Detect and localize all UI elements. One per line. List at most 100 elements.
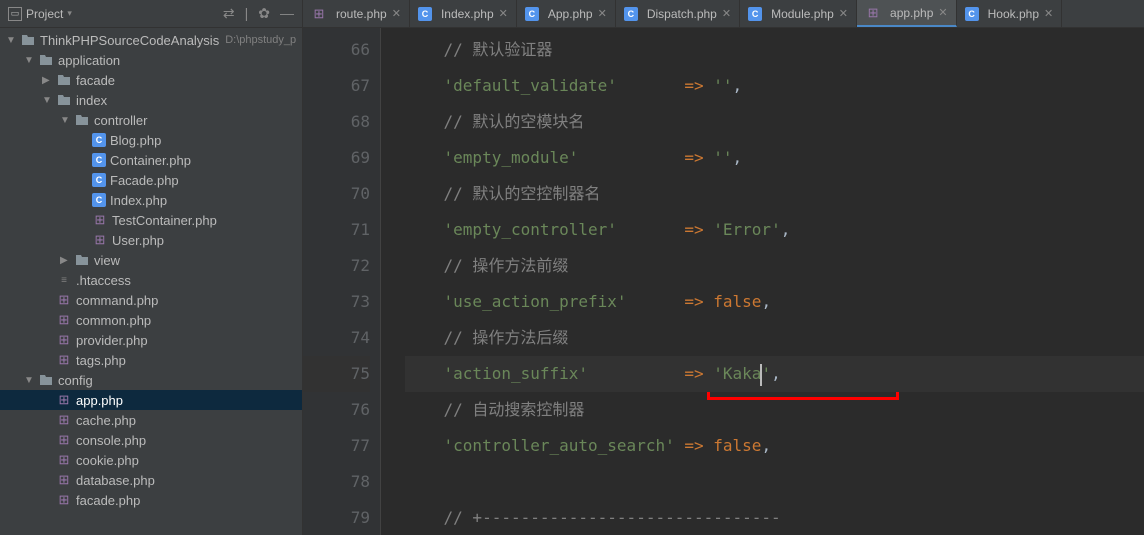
close-icon[interactable]: ✕ (1044, 7, 1053, 20)
tree-item[interactable]: ▼application (0, 50, 302, 70)
code-line[interactable]: // 操作方法后缀 (405, 320, 1144, 356)
config-file-icon: ⊞ (92, 212, 108, 228)
line-number: 76 (303, 392, 370, 428)
config-file-icon: ⊞ (56, 352, 72, 368)
tree-item-label: application (58, 53, 120, 68)
editor-tab[interactable]: C App.php ✕ (517, 0, 616, 27)
tree-item-label: view (94, 253, 120, 268)
tree-item[interactable]: ▶view (0, 250, 302, 270)
tree-item-label: index (76, 93, 107, 108)
close-icon[interactable]: ✕ (839, 7, 848, 20)
line-number: 75 (303, 356, 370, 392)
editor-tab[interactable]: ⊞app.php✕ (857, 0, 957, 27)
code-line[interactable]: 'use_action_prefix' => false, (405, 284, 1144, 320)
tree-item[interactable]: ⊞database.php (0, 470, 302, 490)
close-icon[interactable]: ✕ (598, 7, 607, 20)
editor-tab[interactable]: CDispatch.php✕ (616, 0, 740, 27)
tree-arrow-icon: ▶ (42, 75, 56, 86)
tab-label: App.php (548, 7, 593, 21)
tree-item[interactable]: ⊞cookie.php (0, 450, 302, 470)
tree-item[interactable]: ⊞facade.php (0, 490, 302, 510)
tree-item[interactable]: ▼config (0, 370, 302, 390)
tree-item-label: facade (76, 73, 115, 88)
tree-item[interactable]: ▶ facade (0, 70, 302, 90)
project-tree[interactable]: ▼ThinkPHPSourceCodeAnalysisD:\phpstudy_p… (0, 28, 302, 535)
tree-item-label: command.php (76, 293, 158, 308)
code-line[interactable]: 'action_suffix' => 'Kaka', (405, 356, 1144, 392)
tree-item[interactable]: ▼ controller (0, 110, 302, 130)
text-file-icon: ≡ (56, 272, 72, 288)
config-file-icon: ⊞ (56, 332, 72, 348)
code-line[interactable]: 'default_validate' => '', (405, 68, 1144, 104)
tree-arrow-icon: ▼ (24, 375, 38, 386)
editor-tab[interactable]: ⊞ route.php ✕ (303, 0, 410, 27)
code-line[interactable]: // 默认验证器 (405, 32, 1144, 68)
tree-item[interactable]: ⊞ console.php (0, 430, 302, 450)
tree-item[interactable]: ⊞command.php (0, 290, 302, 310)
code-line[interactable]: // 默认的空控制器名 (405, 176, 1144, 212)
divider-icon: | (245, 5, 249, 22)
tree-item-label: User.php (112, 233, 164, 248)
editor-tab[interactable]: CHook.php✕ (957, 0, 1063, 27)
folder-icon (74, 252, 90, 268)
editor-tab[interactable]: CIndex.php✕ (410, 0, 517, 27)
tree-item[interactable]: ⊞ User.php (0, 230, 302, 250)
code-editor[interactable]: 666768697071727374757677787980 // 默认验证器 … (303, 28, 1144, 535)
collapse-icon[interactable]: ⇄ (223, 5, 235, 22)
tree-item[interactable]: ⊞ TestContainer.php (0, 210, 302, 230)
sidebar-title[interactable]: ▭ Project ▾ (8, 7, 223, 21)
editor-area: ⊞route.php✕CIndex.php✕CApp.php✕CDispatch… (303, 0, 1144, 535)
line-number: 73 (303, 284, 370, 320)
line-number: 71 (303, 212, 370, 248)
code-line[interactable]: // 自动搜索控制器 (405, 392, 1144, 428)
php-file-icon: C (525, 7, 539, 21)
tree-item-label: facade.php (76, 493, 140, 508)
tree-item[interactable]: CBlog.php (0, 130, 302, 150)
code-line[interactable]: // 操作方法前缀 (405, 248, 1144, 284)
tree-item[interactable]: ≡ .htaccess (0, 270, 302, 290)
tree-item[interactable]: CIndex.php (0, 190, 302, 210)
tree-arrow-icon: ▼ (60, 115, 74, 126)
tree-item-label: Container.php (110, 153, 191, 168)
tree-item-label: app.php (76, 393, 123, 408)
code-line[interactable] (405, 464, 1144, 500)
code-line[interactable]: // 默认的空模块名 (405, 104, 1144, 140)
code-line[interactable]: 'controller_auto_search' => false, (405, 428, 1144, 464)
config-file-icon: ⊞ (56, 432, 72, 448)
tree-item[interactable]: CFacade.php (0, 170, 302, 190)
line-number: 69 (303, 140, 370, 176)
tree-item[interactable]: ⊞common.php (0, 310, 302, 330)
config-file-icon: ⊞ (92, 232, 108, 248)
code-line[interactable]: 'empty_module' => '', (405, 140, 1144, 176)
tree-item[interactable]: ⊞app.php (0, 390, 302, 410)
tree-item-label: Facade.php (110, 173, 179, 188)
tree-item[interactable]: ⊞cache.php (0, 410, 302, 430)
close-icon[interactable]: ✕ (722, 7, 731, 20)
php-file-icon: C (92, 133, 106, 147)
tree-item-label: Index.php (110, 193, 167, 208)
close-icon[interactable]: ✕ (938, 6, 947, 19)
close-icon[interactable]: ✕ (392, 7, 401, 20)
tab-label: route.php (336, 7, 387, 21)
config-file-icon: ⊞ (56, 312, 72, 328)
tree-item-label: console.php (76, 433, 146, 448)
tree-item[interactable]: ▼ThinkPHPSourceCodeAnalysisD:\phpstudy_p (0, 30, 302, 50)
code-content[interactable]: // 默认验证器 'default_validate' => '', // 默认… (397, 28, 1144, 535)
config-file-icon: ⊞ (311, 6, 327, 22)
code-line[interactable]: 'empty_controller' => 'Error', (405, 212, 1144, 248)
gear-icon[interactable]: ✿ (258, 5, 270, 22)
code-line[interactable]: // +------------------------------- (405, 500, 1144, 535)
tree-item-label: .htaccess (76, 273, 131, 288)
tree-item-label: TestContainer.php (112, 213, 217, 228)
tree-arrow-icon: ▼ (6, 35, 20, 46)
tab-label: Hook.php (988, 7, 1039, 21)
tree-item[interactable]: ▼index (0, 90, 302, 110)
hide-icon[interactable]: — (280, 5, 294, 22)
tree-item[interactable]: CContainer.php (0, 150, 302, 170)
tab-label: app.php (890, 6, 933, 20)
tree-item[interactable]: ⊞tags.php (0, 350, 302, 370)
close-icon[interactable]: ✕ (499, 7, 508, 20)
editor-tab[interactable]: CModule.php✕ (740, 0, 857, 27)
tree-item[interactable]: ⊞provider.php (0, 330, 302, 350)
tree-item-label: controller (94, 113, 147, 128)
